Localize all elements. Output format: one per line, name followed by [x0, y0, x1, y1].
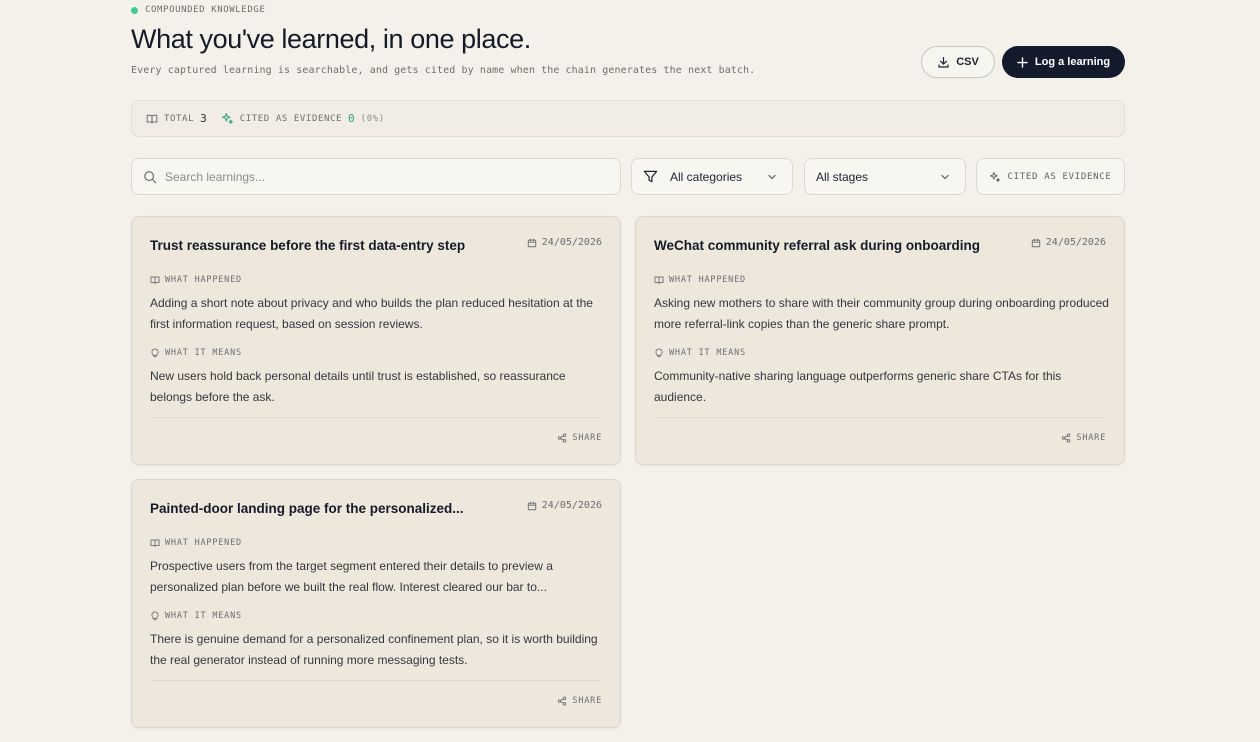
search-icon — [144, 170, 157, 183]
what-it-means-text: WHAT IT MEANS — [165, 611, 242, 621]
share-icon — [558, 433, 567, 443]
filter-icon — [643, 170, 658, 183]
learning-card[interactable]: WeChat community referral ask during onb… — [635, 216, 1125, 465]
category-filter-dropdown[interactable]: All categories — [631, 158, 793, 195]
card-divider — [654, 417, 1106, 418]
share-label: SHARE — [572, 433, 602, 443]
csv-label: CSV — [956, 56, 979, 68]
book-open-icon — [146, 114, 158, 124]
download-icon — [938, 56, 949, 68]
log-learning-button[interactable]: Log a learning — [1002, 46, 1125, 78]
chevron-down-icon — [941, 174, 949, 180]
what-happened-label: WHAT HAPPENED — [654, 275, 746, 285]
learning-card[interactable]: Painted-door landing page for the person… — [131, 479, 621, 728]
share-label: SHARE — [572, 696, 602, 706]
book-open-icon — [654, 276, 664, 284]
stat-cited-value: 0 — [348, 112, 355, 125]
what-happened-body: Adding a short note about privacy and wh… — [150, 296, 593, 331]
category-filter-value: All categories — [670, 169, 743, 184]
log-learning-label: Log a learning — [1034, 56, 1111, 68]
what-it-means-label: WHAT IT MEANS — [150, 348, 242, 358]
card-divider — [150, 417, 602, 418]
card-divider — [150, 680, 602, 681]
what-happened-body: Asking new mothers to share with their c… — [654, 296, 1109, 331]
book-open-icon — [150, 539, 160, 547]
stat-cited-label: CITED AS EVIDENCE — [239, 113, 343, 124]
sparkles-icon — [990, 171, 1001, 182]
card-title: WeChat community referral ask during onb… — [654, 238, 981, 253]
eyebrow-label: COMPOUNDED KNOWLEDGE — [145, 5, 266, 15]
stat-cited-percent: (0%) — [360, 113, 385, 124]
stat-total-value: 3 — [200, 112, 207, 125]
plus-icon — [1017, 56, 1028, 68]
csv-export-button[interactable]: CSV — [921, 46, 995, 78]
calendar-icon — [527, 501, 536, 510]
what-happened-label: WHAT HAPPENED — [150, 275, 242, 285]
stat-cited: CITED AS EVIDENCE 0 (0%) — [221, 112, 385, 125]
share-icon — [1062, 433, 1071, 443]
learning-card[interactable]: Trust reassurance before the first data-… — [131, 216, 621, 465]
search-box[interactable] — [131, 158, 621, 195]
what-happened-label: WHAT HAPPENED — [150, 538, 242, 548]
share-label: SHARE — [1076, 433, 1106, 443]
share-button[interactable]: SHARE — [557, 696, 602, 706]
stat-total: TOTAL 3 — [146, 112, 207, 125]
share-icon — [558, 696, 567, 706]
share-button[interactable]: SHARE — [557, 433, 602, 443]
book-open-icon — [150, 276, 160, 284]
search-input[interactable] — [165, 169, 605, 184]
card-date: 24/05/2026 — [527, 237, 602, 248]
page-subtitle: Every captured learning is searchable, a… — [131, 65, 756, 76]
chevron-down-icon — [768, 174, 776, 180]
what-it-means-body: New users hold back personal details unt… — [150, 369, 566, 404]
stats-bar: TOTAL 3 CITED AS EVIDENCE 0 (0%) — [131, 100, 1125, 137]
card-date-value: 24/05/2026 — [541, 500, 602, 511]
status-dot-icon — [131, 6, 138, 14]
cited-toggle-label: CITED AS EVIDENCE — [1007, 171, 1112, 182]
page-title: What you've learned, in one place. — [131, 24, 531, 54]
card-date: 24/05/2026 — [1031, 237, 1106, 248]
calendar-icon — [1031, 238, 1040, 247]
what-it-means-body: Community-native sharing language outper… — [654, 369, 1062, 404]
stage-filter-dropdown[interactable]: All stages — [804, 158, 966, 195]
lightbulb-icon — [151, 348, 159, 358]
card-date-value: 24/05/2026 — [541, 237, 602, 248]
calendar-icon — [527, 238, 536, 247]
what-it-means-text: WHAT IT MEANS — [669, 348, 746, 358]
card-date: 24/05/2026 — [527, 500, 602, 511]
what-it-means-text: WHAT IT MEANS — [165, 348, 242, 358]
what-happened-text: WHAT HAPPENED — [165, 538, 242, 548]
card-date-value: 24/05/2026 — [1045, 237, 1106, 248]
lightbulb-icon — [655, 348, 663, 358]
section-eyebrow: COMPOUNDED KNOWLEDGE — [131, 5, 265, 15]
what-it-means-label: WHAT IT MEANS — [654, 348, 746, 358]
card-title: Painted-door landing page for the person… — [150, 501, 464, 516]
stat-total-label: TOTAL — [164, 113, 195, 124]
sparkles-icon — [221, 113, 233, 124]
stage-filter-value: All stages — [816, 169, 869, 184]
what-it-means-body: There is genuine demand for a personaliz… — [150, 632, 598, 667]
what-happened-body: Prospective users from the target segmen… — [150, 559, 553, 594]
what-happened-text: WHAT HAPPENED — [669, 275, 746, 285]
card-title: Trust reassurance before the first data-… — [150, 238, 466, 253]
what-happened-text: WHAT HAPPENED — [165, 275, 242, 285]
lightbulb-icon — [151, 611, 159, 621]
what-it-means-label: WHAT IT MEANS — [150, 611, 242, 621]
cited-as-evidence-toggle[interactable]: CITED AS EVIDENCE — [976, 158, 1125, 195]
share-button[interactable]: SHARE — [1061, 433, 1106, 443]
